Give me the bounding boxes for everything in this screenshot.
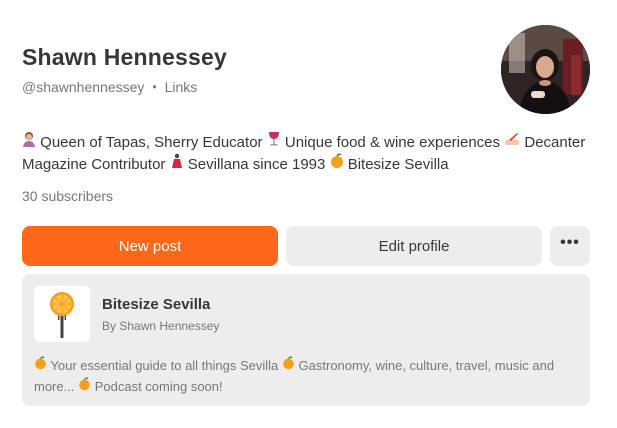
new-post-button[interactable]: New post [22, 226, 278, 266]
profile-handle: @shawnhennessey [22, 79, 145, 95]
publication-title: Bitesize Sevilla [102, 296, 211, 313]
orange-icon [78, 376, 91, 397]
profile-bio: Queen of Tapas, Sherry Educator Unique f… [22, 131, 597, 175]
links-link[interactable]: Links [165, 79, 198, 95]
dancer-icon [170, 153, 184, 175]
profile-photo [501, 25, 590, 114]
separator-dot: • [152, 80, 157, 94]
publication-logo [34, 286, 90, 342]
more-options-button[interactable]: ••• [550, 226, 590, 266]
ellipsis-icon: ••• [560, 234, 580, 251]
writing-hand-icon [504, 131, 520, 153]
orange-icon [282, 355, 295, 376]
orange-icon [330, 153, 344, 175]
publication-description: Your essential guide to all things Sevil… [34, 355, 580, 397]
publication-author: By Shawn Hennessey [102, 319, 220, 333]
orange-icon [34, 355, 47, 376]
edit-profile-button[interactable]: Edit profile [286, 226, 542, 266]
wine-glass-icon [267, 131, 281, 153]
profile-name: Shawn Hennessey [22, 44, 227, 70]
profile-meta-row: @shawnhennessey • Links [22, 79, 197, 95]
profile-page: Shawn Hennessey @shawnhennessey • Links … [0, 0, 617, 428]
woman-icon [22, 131, 36, 153]
subscriber-count[interactable]: 30 subscribers [22, 188, 113, 204]
publication-card[interactable]: Bitesize Sevilla By Shawn Hennessey Your… [22, 274, 590, 406]
orange-slice-fork-icon [34, 286, 90, 342]
avatar[interactable] [501, 25, 590, 114]
